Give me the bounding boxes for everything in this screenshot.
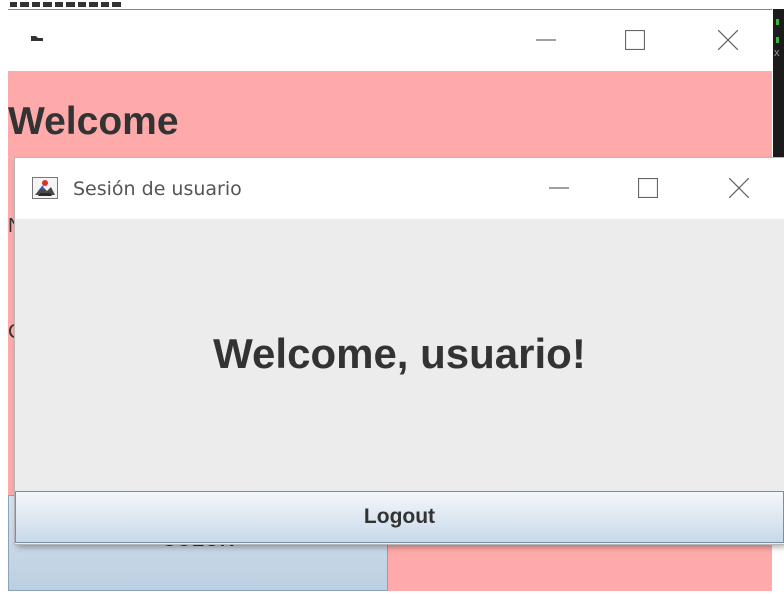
java-cup-icon bbox=[32, 177, 58, 199]
status-dot bbox=[776, 19, 779, 25]
welcome-heading: Welcome bbox=[8, 100, 179, 143]
clipped-top-text bbox=[8, 0, 188, 9]
terminal-close-glyph: x bbox=[774, 47, 780, 59]
dialog-titlebar: Sesión de usuario bbox=[15, 158, 784, 219]
maximize-icon[interactable] bbox=[612, 20, 658, 60]
logout-button[interactable]: Logout bbox=[15, 491, 784, 543]
java-app-icon bbox=[31, 36, 43, 41]
dialog-title: Sesión de usuario bbox=[73, 178, 242, 200]
background-titlebar bbox=[8, 10, 772, 71]
status-dot bbox=[776, 37, 779, 43]
welcome-message: Welcome, usuario! bbox=[213, 330, 586, 377]
session-dialog: Sesión de usuario Welcome, usuario! Logo… bbox=[15, 158, 784, 544]
dialog-close-icon[interactable] bbox=[716, 168, 762, 208]
dialog-minimize-icon[interactable] bbox=[536, 168, 582, 208]
clipped-text-fragment bbox=[10, 2, 121, 7]
close-icon[interactable] bbox=[705, 20, 751, 60]
dialog-maximize-icon[interactable] bbox=[625, 168, 671, 208]
minimize-icon[interactable] bbox=[523, 20, 569, 60]
